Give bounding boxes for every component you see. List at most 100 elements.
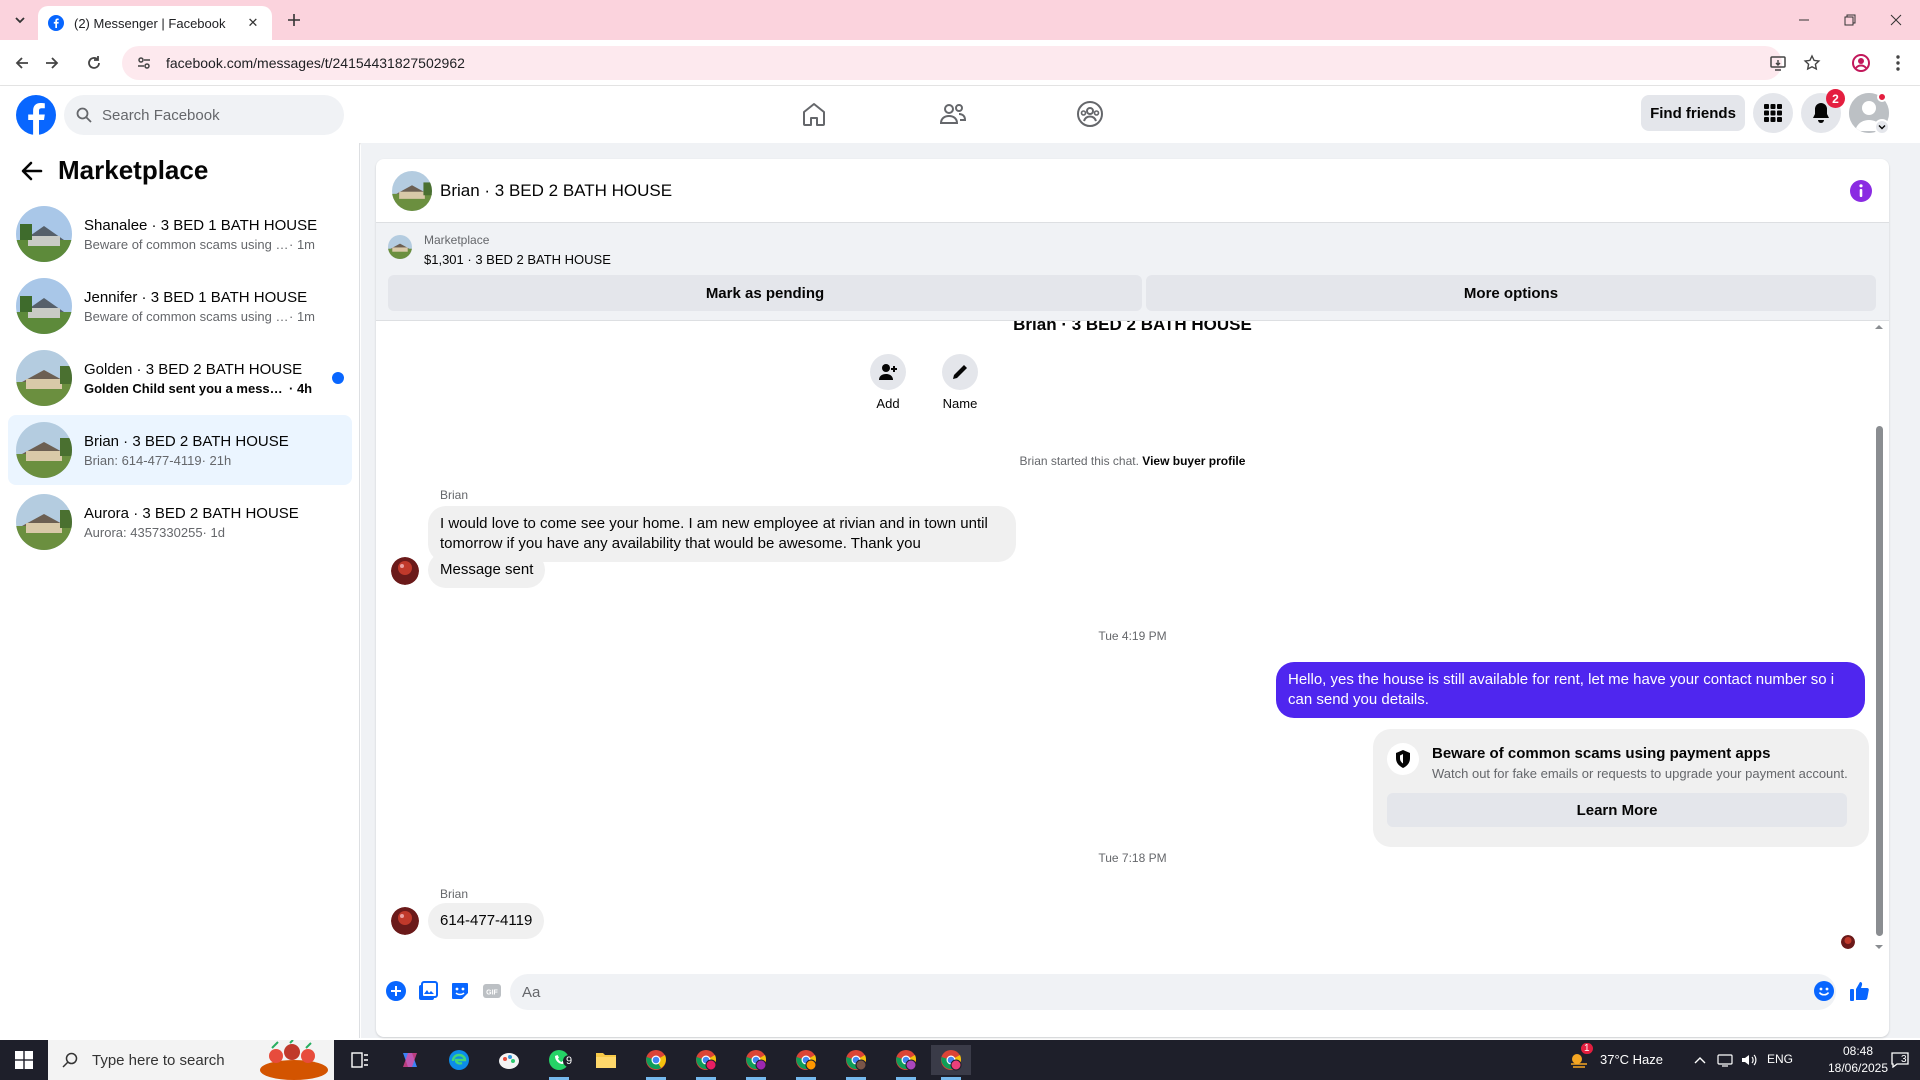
- taskbar-app-chrome-active[interactable]: [931, 1045, 971, 1080]
- listing-title[interactable]: $1,301 · 3 BED 2 BATH HOUSE: [424, 252, 611, 267]
- like-button[interactable]: [1848, 979, 1872, 1003]
- omnibox[interactable]: facebook.com/messages/t/2415443182750296…: [122, 46, 1782, 80]
- notification-center-button[interactable]: 3: [1880, 1045, 1920, 1075]
- taskbar-app-chrome-profile[interactable]: [836, 1045, 876, 1080]
- taskbar-app-chrome[interactable]: [636, 1045, 676, 1080]
- browser-menu-button[interactable]: [1884, 49, 1912, 77]
- back-button[interactable]: [8, 49, 36, 77]
- sender-avatar[interactable]: [391, 557, 419, 585]
- new-tab-button[interactable]: [282, 8, 306, 32]
- house-thumbnail: [16, 206, 72, 262]
- taskbar-app-edge[interactable]: [439, 1045, 479, 1075]
- conversation-preview: Aurora: 4357330255 · 1d: [84, 525, 324, 540]
- facebook-logo-icon[interactable]: [16, 95, 56, 135]
- more-options-button[interactable]: More options: [1146, 275, 1876, 311]
- taskbar-app-chrome-profile[interactable]: [886, 1045, 926, 1080]
- close-window-button[interactable]: [1873, 0, 1919, 40]
- find-friends-button[interactable]: Find friends: [1641, 95, 1745, 131]
- minimize-button[interactable]: [1781, 0, 1827, 40]
- conversation-item[interactable]: Golden · 3 BED 2 BATH HOUSE Golden Child…: [8, 343, 352, 413]
- more-actions-button[interactable]: [384, 979, 408, 1003]
- restore-button[interactable]: [1827, 0, 1873, 40]
- scroll-up-icon[interactable]: [1873, 323, 1885, 331]
- taskbar-app-paint[interactable]: [489, 1045, 529, 1075]
- taskbar-app-copilot[interactable]: [390, 1045, 430, 1075]
- taskbar-app-file-explorer[interactable]: [586, 1045, 626, 1075]
- nav-groups[interactable]: [1068, 94, 1112, 134]
- conversation-item-active[interactable]: Brian · 3 BED 2 BATH HOUSE Brian: 614-47…: [8, 415, 352, 485]
- browser-tab[interactable]: (2) Messenger | Facebook ✕: [38, 6, 272, 40]
- show-hidden-icons[interactable]: [1687, 1045, 1713, 1075]
- temperature-text[interactable]: 37°C Haze: [1600, 1052, 1663, 1067]
- taskbar-app-chrome-profile[interactable]: [786, 1045, 826, 1080]
- house-thumbnail: [16, 494, 72, 550]
- chevron-up-icon: [1694, 1057, 1706, 1064]
- volume-icon-button[interactable]: [1736, 1045, 1762, 1075]
- profile-icon: [1852, 54, 1870, 72]
- weather-badge: 1: [1581, 1043, 1593, 1054]
- tab-search-menu-button[interactable]: [8, 8, 32, 32]
- menu-grid-icon: [1764, 104, 1782, 122]
- nav-friends[interactable]: [931, 94, 975, 134]
- conversation-item[interactable]: Aurora · 3 BED 2 BATH HOUSE Aurora: 4357…: [8, 487, 352, 557]
- attach-photo-button[interactable]: [416, 979, 440, 1003]
- outgoing-message[interactable]: Hello, yes the house is still available …: [1276, 662, 1865, 718]
- scrollbar-thumb[interactable]: [1876, 426, 1883, 936]
- forward-button[interactable]: [38, 49, 66, 77]
- back-arrow-icon: [21, 161, 43, 180]
- name-chat-action[interactable]: Name: [930, 354, 990, 411]
- account-menu-chevron[interactable]: [1874, 119, 1890, 135]
- photo-icon: [419, 981, 438, 1000]
- taskbar-app-chrome-profile[interactable]: [686, 1045, 726, 1080]
- volume-icon: [1742, 1054, 1757, 1066]
- message-composer: GIF Aa: [376, 959, 1889, 1025]
- chat-house-thumbnail[interactable]: [392, 170, 432, 211]
- conversation-texts: Aurora · 3 BED 2 BATH HOUSE Aurora: 4357…: [84, 505, 324, 540]
- conversation-time: · 4h: [289, 380, 313, 396]
- emoji-button[interactable]: [1812, 979, 1836, 1003]
- thread-scrollbar[interactable]: [1873, 321, 1885, 953]
- sender-avatar[interactable]: [391, 907, 419, 935]
- menu-button[interactable]: [1753, 93, 1793, 133]
- taskbar-search-box[interactable]: Type here to search: [48, 1040, 334, 1080]
- language-indicator[interactable]: ENG: [1767, 1052, 1793, 1066]
- add-people-action[interactable]: Add: [858, 354, 918, 411]
- mark-as-pending-button[interactable]: Mark as pending: [388, 275, 1142, 311]
- learn-more-button[interactable]: Learn More: [1387, 793, 1847, 827]
- weather-widget[interactable]: 1: [1566, 1043, 1593, 1075]
- reload-button[interactable]: [80, 49, 108, 77]
- facebook-header: Search Facebook Find friends 2: [0, 86, 1920, 143]
- sticker-button[interactable]: [448, 979, 472, 1003]
- info-icon[interactable]: [1849, 179, 1873, 203]
- pencil-icon: [953, 365, 967, 379]
- message-input[interactable]: Aa: [510, 974, 1836, 1010]
- view-buyer-profile-link[interactable]: View buyer profile: [1142, 454, 1245, 468]
- chrome-profile-icon: [846, 1050, 867, 1071]
- browser-profile-button[interactable]: [1847, 49, 1875, 77]
- incoming-message[interactable]: 614-477-4119: [428, 903, 545, 939]
- back-button[interactable]: [18, 157, 46, 185]
- scroll-down-icon[interactable]: [1873, 943, 1885, 951]
- network-icon-button[interactable]: [1712, 1045, 1738, 1075]
- site-info-icon[interactable]: [136, 55, 152, 71]
- close-tab-icon[interactable]: ✕: [244, 14, 262, 32]
- bookmark-button[interactable]: [1798, 49, 1826, 77]
- chat-title[interactable]: Brian · 3 BED 2 BATH HOUSE: [440, 181, 672, 201]
- taskbar-app-whatsapp[interactable]: 9: [539, 1045, 579, 1080]
- search-facebook-input[interactable]: Search Facebook: [64, 95, 344, 135]
- install-app-button[interactable]: [1764, 49, 1792, 77]
- task-view-button[interactable]: [340, 1045, 380, 1075]
- taskbar-app-chrome-profile[interactable]: [736, 1045, 776, 1080]
- gif-button[interactable]: GIF: [480, 979, 504, 1003]
- panel-header: Marketplace: [18, 155, 208, 186]
- star-icon: [1803, 54, 1821, 71]
- add-circle: [870, 354, 906, 390]
- scam-warning-text: Watch out for fake emails or requests to…: [1432, 766, 1848, 781]
- start-button[interactable]: [0, 1040, 48, 1080]
- conversation-item[interactable]: Shanalee · 3 BED 1 BATH HOUSE Beware of …: [8, 199, 352, 269]
- clock-time[interactable]: 08:48: [1832, 1044, 1884, 1058]
- incoming-message[interactable]: Message sent: [428, 552, 546, 588]
- home-icon: [803, 103, 825, 126]
- nav-home[interactable]: [792, 94, 836, 134]
- conversation-item[interactable]: Jennifer · 3 BED 1 BATH HOUSE Beware of …: [8, 271, 352, 341]
